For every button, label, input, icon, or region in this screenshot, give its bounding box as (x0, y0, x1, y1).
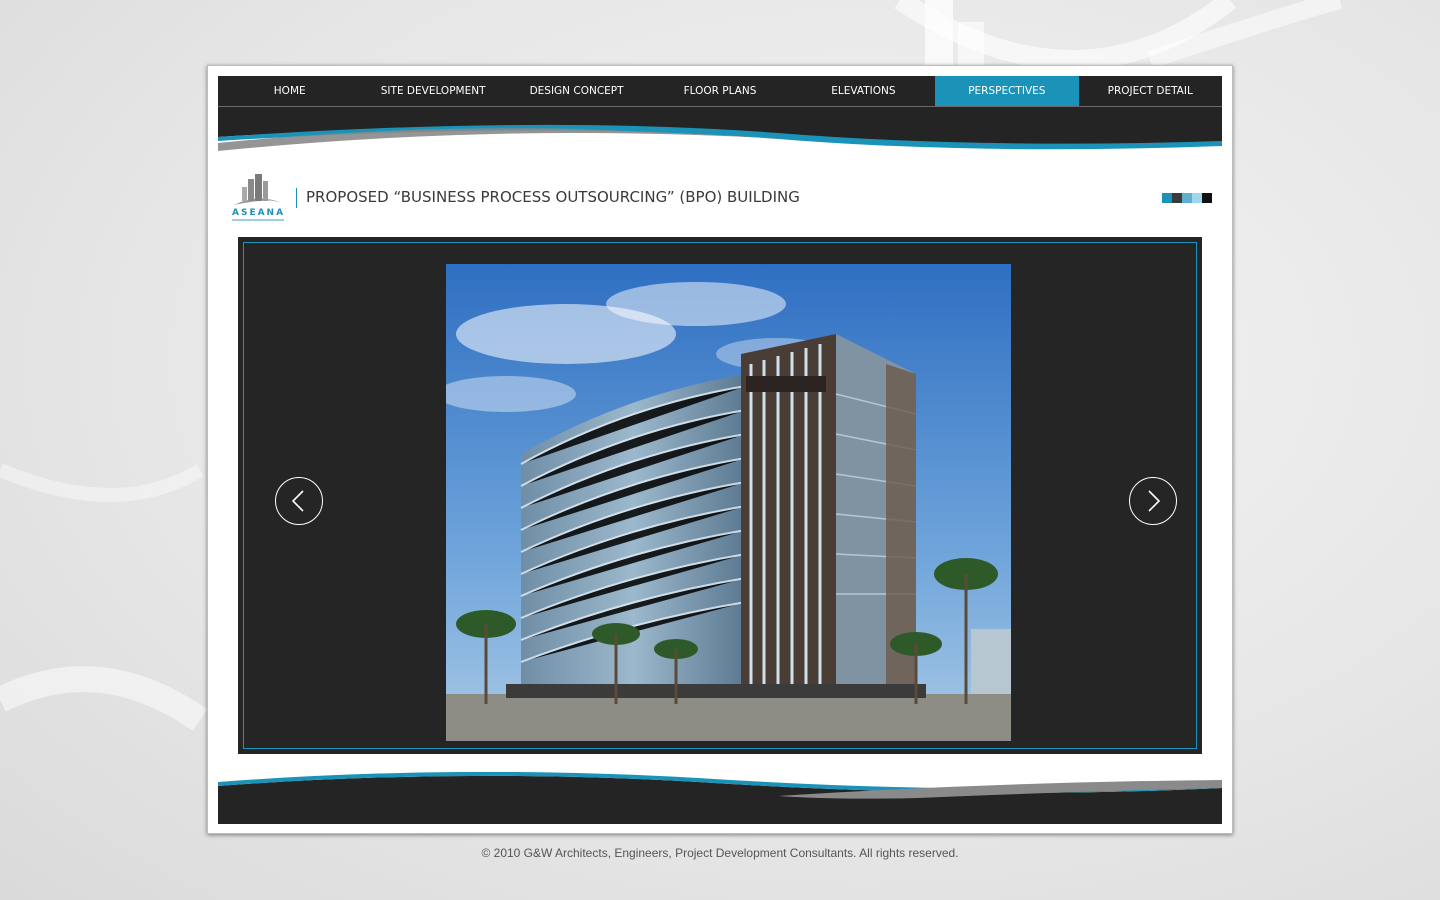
nav-item-elevations[interactable]: ELEVATIONS (792, 76, 935, 106)
building-rendering-image (446, 264, 1011, 741)
footer-wave-band (218, 772, 1222, 824)
page-frame: HOME SITE DEVELOPMENT DESIGN CONCEPT FLO… (207, 65, 1233, 834)
swatch (1162, 193, 1172, 203)
nav-item-home[interactable]: HOME (218, 76, 361, 106)
nav-item-design-concept[interactable]: DESIGN CONCEPT (505, 76, 648, 106)
main-nav: HOME SITE DEVELOPMENT DESIGN CONCEPT FLO… (218, 76, 1222, 107)
page-title: PROPOSED “BUSINESS PROCESS OUTSOURCING” … (306, 188, 800, 206)
swatch (1192, 193, 1202, 203)
nav-item-perspectives[interactable]: PERSPECTIVES (935, 76, 1079, 106)
chevron-left-icon (291, 490, 304, 512)
logo-underline (232, 219, 284, 221)
image-viewer (238, 237, 1202, 754)
next-image-button[interactable] (1129, 477, 1177, 525)
page-header: ASEANA PROPOSED “BUSINESS PROCESS OUTSOU… (218, 171, 1222, 227)
title-separator (296, 188, 297, 208)
color-swatches (1162, 193, 1212, 203)
nav-item-project-detail[interactable]: PROJECT DETAIL (1079, 76, 1222, 106)
previous-image-button[interactable] (275, 477, 323, 525)
header-wave-band (218, 107, 1222, 159)
nav-item-floor-plans[interactable]: FLOOR PLANS (648, 76, 791, 106)
chevron-right-icon (1148, 490, 1161, 512)
footer-copyright: © 2010 G&W Architects, Engineers, Projec… (481, 846, 959, 860)
swatch (1172, 193, 1182, 203)
swatch (1182, 193, 1192, 203)
swatch (1202, 193, 1212, 203)
viewer-border (243, 242, 1197, 749)
logo-text: ASEANA (232, 208, 286, 218)
nav-item-site-development[interactable]: SITE DEVELOPMENT (361, 76, 504, 106)
